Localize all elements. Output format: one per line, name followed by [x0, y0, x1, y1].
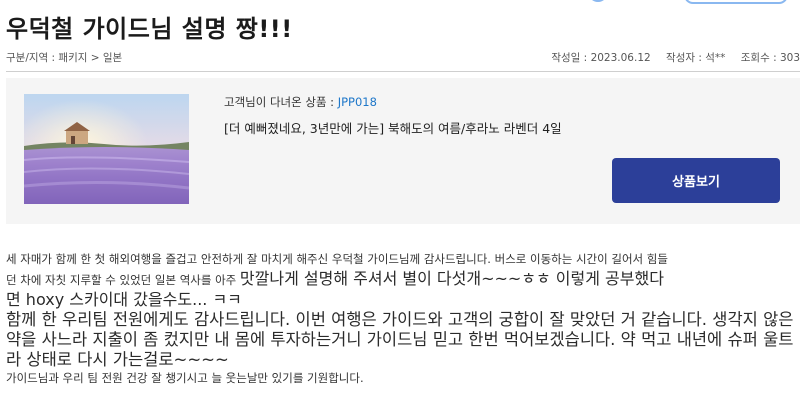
post-author: 석**: [705, 52, 726, 64]
breadcrumb-category[interactable]: 패키지: [58, 52, 87, 64]
breadcrumb-separator: >: [90, 52, 100, 64]
review-paragraph-3: 가이드님과 우리 팀 전원 건강 잘 챙기시고 늘 웃는날만 있기를 기원합니다…: [6, 371, 364, 385]
product-code-line: 고객님이 다녀온 상품 : JPP018: [224, 94, 377, 110]
page-title: 우덕철 가이드님 설명 짱!!!: [6, 15, 293, 43]
review-line-2-small: 던 차에 자칫 지루할 수 있었던 일본 역사를 아주: [6, 273, 240, 287]
product-name[interactable]: [더 예뻐졌네요, 3년만에 가는] 북해도의 여름/후라노 라벤더 4일: [224, 118, 562, 137]
review-line-2: 던 차에 자칫 지루할 수 있었던 일본 역사를 아주 맛깔나게 설명해 주셔서…: [6, 269, 806, 290]
product-card: 고객님이 다녀온 상품 : JPP018 [더 예뻐졌네요, 3년만에 가는] …: [6, 78, 800, 224]
post-meta: 구분/지역 : 패키지 > 일본 작성일 : 2023.06.12 작성자 : …: [6, 50, 800, 66]
review-body: 세 자매가 함께 한 첫 해외여행을 즐겁고 안전하게 잘 마치게 해주신 우덕…: [6, 250, 806, 387]
review-paragraph-2: 함께 한 우리팀 전원에게도 감사드립니다. 이번 여행은 가이드와 고객의 궁…: [6, 310, 794, 369]
top-decoration: [0, 0, 812, 6]
review-line-1: 세 자매가 함께 한 첫 해외여행을 즐겁고 안전하게 잘 마치게 해주신 우덕…: [6, 252, 668, 266]
product-code-label: 고객님이 다녀온 상품 :: [224, 95, 335, 109]
product-thumbnail[interactable]: [24, 94, 189, 204]
breadcrumb-region[interactable]: 일본: [103, 52, 122, 64]
author-label: 작성자 :: [666, 52, 702, 64]
header-pill-button[interactable]: [684, 0, 788, 4]
views-label: 조회수 :: [740, 52, 777, 64]
review-line-3: 면 hoxy 스카이대 갔을수도... ㅋㅋ: [6, 290, 242, 309]
post-views: 303: [779, 52, 800, 64]
review-line-2-large: 맛깔나게 설명해 주셔서 별이 다섯개~~~ㅎㅎ 이렇게 공부했다: [239, 269, 664, 288]
lavender-field-photo: [24, 94, 189, 204]
view-product-button[interactable]: 상품보기: [612, 158, 780, 203]
product-code[interactable]: JPP018: [338, 95, 377, 109]
post-info: 작성일 : 2023.06.12 작성자 : 석** 조회수 : 303: [551, 50, 800, 65]
breadcrumb: 구분/지역 : 패키지 > 일본: [6, 50, 122, 65]
breadcrumb-label: 구분/지역 :: [6, 52, 56, 64]
header-arc-decoration: [588, 0, 608, 2]
divider: [6, 71, 800, 72]
post-date: 2023.06.12: [590, 52, 651, 64]
date-label: 작성일 :: [551, 52, 588, 64]
